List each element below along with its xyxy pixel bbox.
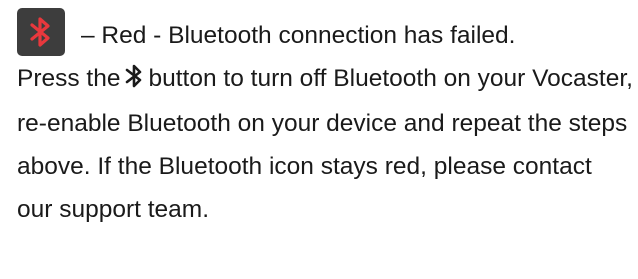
bluetooth-icon	[125, 59, 143, 102]
bluetooth-status-red-icon	[17, 8, 65, 56]
status-description: – Red - Bluetooth connection has failed.	[81, 22, 516, 49]
bluetooth-failed-note: – Red - Bluetooth connection has failed.…	[17, 8, 633, 231]
instruction-text-start: Press the	[17, 65, 121, 92]
